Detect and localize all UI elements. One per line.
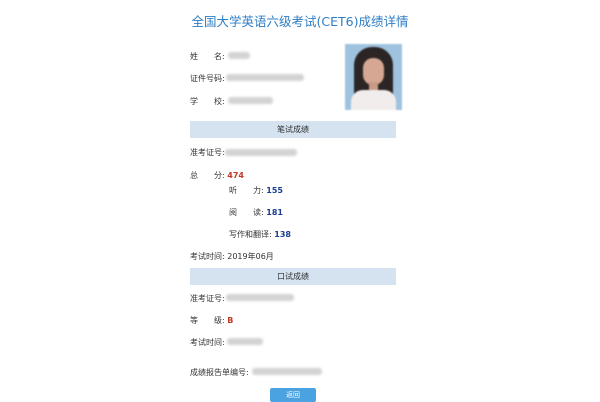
oral-grade-label: 等 级:	[190, 316, 225, 325]
written-exam-time-row: 考试时间: 2019年06月	[190, 251, 274, 262]
listening-score-row: 听 力: 155	[229, 185, 283, 196]
page-title: 全国大学英语六级考试(CET6)成绩详情	[191, 14, 409, 29]
total-score-label-text: 总 分:	[190, 171, 225, 180]
school-value-redacted	[228, 97, 273, 104]
oral-exam-time-value-redacted	[227, 338, 263, 345]
oral-section-header: 口试成绩	[190, 268, 396, 285]
listening-label: 听 力:	[229, 186, 264, 195]
id-number-value-redacted	[226, 74, 304, 81]
reading-label: 阅 读:	[229, 208, 264, 217]
writing-label: 写作和翻译:	[229, 230, 272, 239]
school-label: 学 校:	[190, 97, 225, 106]
written-ticket-value-redacted	[225, 149, 297, 156]
writing-value: 138	[274, 230, 291, 239]
candidate-photo	[345, 44, 402, 110]
oral-grade-value: B	[227, 316, 234, 325]
name-label: 姓 名:	[190, 52, 225, 61]
writing-score-row: 写作和翻译: 138	[229, 229, 291, 240]
reading-score-row: 阅 读: 181	[229, 207, 283, 218]
oral-ticket-value-redacted	[226, 294, 294, 301]
report-number-value-redacted	[252, 368, 322, 375]
name-value-redacted	[228, 52, 250, 59]
written-ticket-label: 准考证号:	[190, 148, 225, 157]
report-number-label: 成绩报告单编号:	[190, 368, 249, 377]
written-exam-time-value: 2019年06月	[227, 252, 274, 261]
written-section-header: 笔试成绩	[190, 121, 396, 138]
total-score-label: 总 分: 474	[190, 170, 244, 181]
id-number-label: 证件号码:	[190, 74, 225, 83]
written-exam-time-label: 考试时间:	[190, 252, 225, 261]
oral-exam-time-label: 考试时间:	[190, 338, 225, 347]
listening-value: 155	[266, 186, 283, 195]
reading-value: 181	[266, 208, 283, 217]
total-score-value: 474	[227, 171, 244, 180]
oral-ticket-label: 准考证号:	[190, 294, 225, 303]
oral-grade-row: 等 级: B	[190, 315, 233, 326]
